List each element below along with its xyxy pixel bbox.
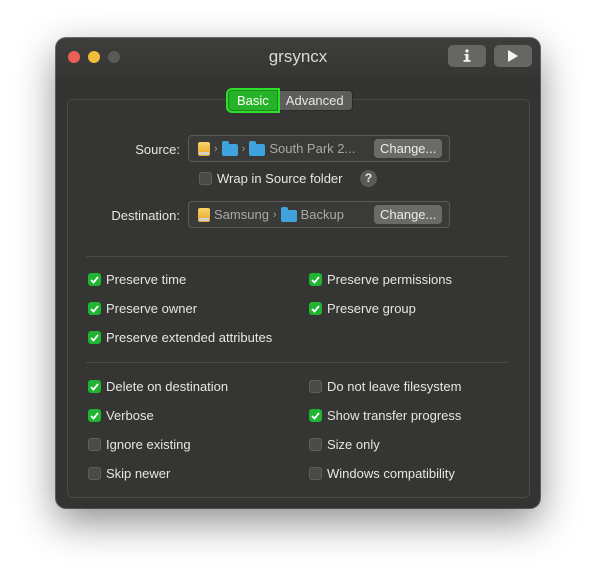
wrap-in-source-checkbox[interactable]: Wrap in Source folder: [199, 171, 343, 186]
destination-change-button[interactable]: Change...: [374, 205, 443, 224]
checkbox-label: Do not leave filesystem: [327, 379, 462, 394]
chevron-right-icon: ›: [241, 142, 246, 155]
checkbox-label: Preserve group: [327, 301, 416, 316]
separator: [86, 362, 508, 363]
folder-icon: [249, 140, 266, 156]
tab-bar: Basic Advanced: [228, 90, 353, 111]
tab-advanced[interactable]: Advanced: [277, 90, 353, 111]
delete-on-destination-checkbox[interactable]: Delete on destination: [88, 379, 228, 394]
play-icon: [508, 50, 518, 62]
checkbox-label: Size only: [327, 437, 380, 452]
preserve-owner-checkbox[interactable]: Preserve owner: [88, 301, 197, 316]
preserve-group-checkbox[interactable]: Preserve group: [309, 301, 416, 316]
info-button[interactable]: [448, 45, 486, 67]
checkbox-label: Show transfer progress: [327, 408, 462, 423]
do-not-leave-filesystem-checkbox[interactable]: Do not leave filesystem: [309, 379, 461, 394]
preserve-time-checkbox[interactable]: Preserve time: [88, 272, 186, 287]
checkbox-box: [199, 172, 212, 185]
checkbox-label: Preserve time: [106, 272, 187, 287]
folder-icon: [280, 206, 297, 222]
checkbox-box: [309, 467, 322, 480]
checkmark-icon: [309, 302, 322, 315]
checkmark-icon: [88, 380, 101, 393]
ignore-existing-checkbox[interactable]: Ignore existing: [88, 437, 191, 452]
help-button[interactable]: ?: [360, 170, 377, 187]
chevron-right-icon: ›: [214, 142, 218, 155]
drive-icon: [198, 207, 210, 222]
checkbox-label: Preserve permissions: [327, 272, 452, 287]
preserve-extended-attributes-checkbox[interactable]: Preserve extended attributes: [88, 330, 272, 345]
checkbox-label: Ignore existing: [106, 437, 191, 452]
checkmark-icon: [88, 331, 101, 344]
show-transfer-progress-checkbox[interactable]: Show transfer progress: [309, 408, 461, 423]
info-icon: [463, 49, 471, 62]
checkbox-label: Preserve extended attributes: [106, 330, 273, 345]
checkbox-label: Skip newer: [106, 466, 171, 481]
destination-folder-name: Backup: [300, 207, 344, 222]
checkmark-icon: [309, 273, 322, 286]
windows-compatibility-checkbox[interactable]: Windows compatibility: [309, 466, 455, 481]
destination-label: Destination:: [111, 208, 180, 223]
verbose-checkbox[interactable]: Verbose: [88, 408, 154, 423]
checkmark-icon: [88, 302, 101, 315]
run-button[interactable]: [494, 45, 532, 67]
checkbox-box: [88, 438, 101, 451]
checkbox-box: [309, 438, 322, 451]
checkbox-box: [88, 467, 101, 480]
checkbox-label: Preserve owner: [106, 301, 198, 316]
checkmark-icon: [88, 409, 101, 422]
app-window: grsyncx Basic Advanced Source: › › South…: [56, 38, 540, 508]
checkbox-label: Verbose: [106, 408, 154, 423]
chevron-right-icon: ›: [272, 208, 277, 221]
title-bar[interactable]: grsyncx: [56, 38, 540, 76]
checkbox-box: [309, 380, 322, 393]
checkmark-icon: [88, 273, 101, 286]
skip-newer-checkbox[interactable]: Skip newer: [88, 466, 170, 481]
preserve-permissions-checkbox[interactable]: Preserve permissions: [309, 272, 452, 287]
folder-icon: [221, 140, 238, 156]
separator: [86, 256, 508, 257]
checkmark-icon: [309, 409, 322, 422]
tab-basic[interactable]: Basic: [228, 90, 278, 111]
source-label: Source:: [135, 142, 180, 157]
checkbox-label: Delete on destination: [106, 379, 229, 394]
destination-drive-name: Samsung: [214, 207, 269, 222]
checkbox-label: Windows compatibility: [327, 466, 455, 481]
drive-icon: [198, 141, 210, 156]
wrap-label: Wrap in Source folder: [217, 171, 343, 186]
size-only-checkbox[interactable]: Size only: [309, 437, 380, 452]
source-folder-name: South Park 2...: [269, 141, 356, 156]
source-change-button[interactable]: Change...: [374, 139, 443, 158]
